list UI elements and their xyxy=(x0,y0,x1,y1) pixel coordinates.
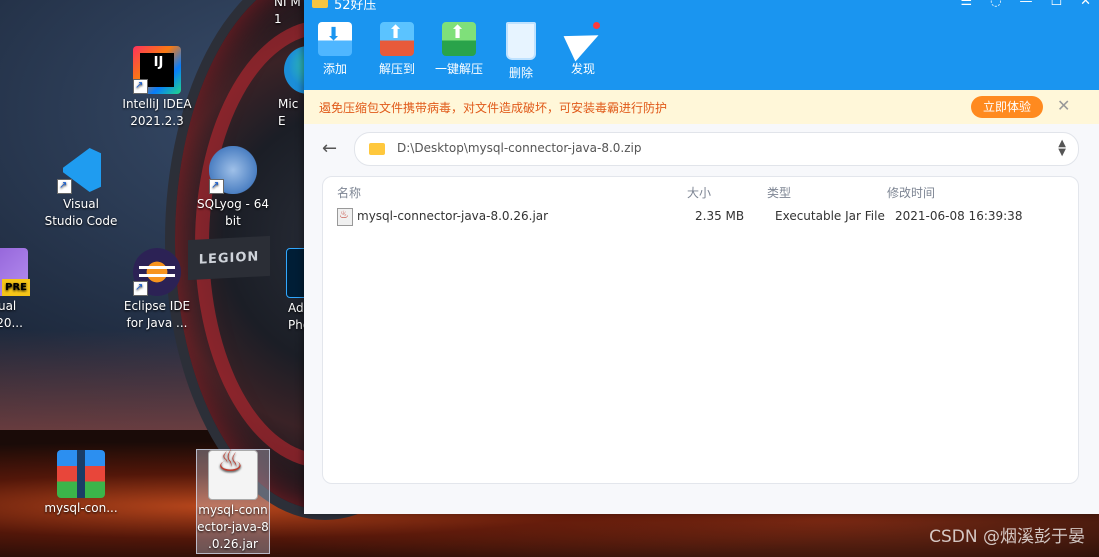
desktop-icon-vscode[interactable]: Visual Studio Code xyxy=(37,146,125,230)
app-logo-icon xyxy=(312,0,328,8)
extract-to-button[interactable]: 解压到 xyxy=(366,22,428,81)
skin-icon[interactable]: ◌ xyxy=(990,0,1001,9)
extract-to-label: 解压到 xyxy=(378,62,415,76)
file-size: 2.35 MB xyxy=(695,209,745,223)
paper-plane-icon xyxy=(566,22,600,56)
minimize-icon[interactable]: — xyxy=(1019,0,1032,9)
archive-window: 52好压 ☰ ◌ — ☐ ✕ 添加 解压到 一键解压 删除 xyxy=(304,0,1099,514)
shortcut-arrow-icon xyxy=(209,177,224,194)
desktop-icon-label: sual o 20... xyxy=(0,299,23,330)
shortcut-arrow-icon xyxy=(57,177,72,194)
file-modified: 2021-06-08 16:39:38 xyxy=(895,209,1023,223)
close-icon[interactable]: ✕ xyxy=(1080,0,1091,9)
desktop-icon-label: NI M 1 xyxy=(274,0,301,26)
add-archive-icon xyxy=(318,22,352,56)
window-title: 52好压 xyxy=(334,0,377,13)
one-click-extract-icon xyxy=(442,22,476,56)
dolphin-icon xyxy=(209,146,257,194)
file-list-header: 名称 大小 类型 修改时间 xyxy=(323,177,1078,203)
desktop-icon-label: SQLyog - 64 bit xyxy=(197,197,269,228)
csdn-watermark: CSDN @烟溪彭于晏 xyxy=(929,527,1085,547)
column-type[interactable]: 类型 xyxy=(767,184,791,201)
photoshop-icon xyxy=(286,248,304,298)
jar-file-icon xyxy=(337,208,353,226)
discover-button[interactable]: 发现 xyxy=(552,22,614,81)
trash-icon xyxy=(506,22,536,60)
back-arrow-icon[interactable]: ← xyxy=(322,138,337,159)
try-now-button[interactable]: 立即体验 xyxy=(971,96,1043,118)
file-list: 名称 大小 类型 修改时间 mysql-connector-java-8.0.2… xyxy=(322,176,1079,484)
maximize-icon[interactable]: ☐ xyxy=(1050,0,1062,9)
folder-icon xyxy=(369,143,385,155)
notice-text: 遏免压缩包文件携带病毒，对文件造成破坏，可安装毒霸进行防护 xyxy=(319,101,668,115)
archive-icon xyxy=(57,450,105,498)
shortcut-arrow-icon xyxy=(133,77,148,94)
menu-icon[interactable]: ☰ xyxy=(960,0,972,9)
desktop-icon-label: Visual Studio Code xyxy=(44,197,118,228)
archive-content: ← D:\Desktop\mysql-connector-java-8.0.zi… xyxy=(304,124,1099,514)
desktop-icon-edge[interactable]: Mic E xyxy=(264,46,304,130)
java-jar-icon: ♨ xyxy=(208,447,258,500)
edge-icon xyxy=(284,46,304,94)
shortcut-arrow-icon xyxy=(133,279,148,296)
delete-button[interactable]: 删除 xyxy=(490,22,552,81)
column-name[interactable]: 名称 xyxy=(337,184,361,201)
toolbar: 添加 解压到 一键解压 删除 发现 xyxy=(304,22,614,81)
column-modified[interactable]: 修改时间 xyxy=(887,184,935,201)
window-titlebar: 52好压 ☰ ◌ — ☐ ✕ 添加 解压到 一键解压 删除 xyxy=(304,0,1099,90)
visual-studio-icon: PRE xyxy=(0,248,30,296)
desktop-icon-label: Eclipse IDE for Java ... xyxy=(123,299,191,330)
add-button[interactable]: 添加 xyxy=(304,22,366,81)
desktop-icon-label: IntelliJ IDEA 2021.2.3 xyxy=(122,97,192,128)
notice-close-icon[interactable]: ✕ xyxy=(1057,96,1070,115)
antivirus-notice-bar: 遏免压缩包文件携带病毒，对文件造成破坏，可安装毒霸进行防护 立即体验 ✕ xyxy=(304,90,1099,125)
pre-badge: PRE xyxy=(2,279,30,296)
eclipse-icon xyxy=(133,248,181,296)
delete-label: 删除 xyxy=(508,66,533,80)
intellij-icon: IJ xyxy=(133,46,181,94)
one-click-extract-label: 一键解压 xyxy=(434,62,483,76)
desktop-icon-sqlyog[interactable]: SQLyog - 64 bit xyxy=(189,146,277,230)
file-row[interactable]: mysql-connector-java-8.0.26.jar 2.35 MB … xyxy=(323,203,1078,229)
one-click-extract-button[interactable]: 一键解压 xyxy=(428,22,490,81)
desktop-icon-visual-studio[interactable]: PRE sual o 20... xyxy=(0,248,48,332)
desktop-icon-label: Mic E xyxy=(278,97,299,128)
desktop-icon-eclipse[interactable]: Eclipse IDE for Java ... xyxy=(113,248,201,332)
window-controls: ☰ ◌ — ☐ ✕ xyxy=(960,0,1091,9)
discover-label: 发现 xyxy=(570,62,595,76)
desktop-icon-label: Ad Pho xyxy=(288,301,304,332)
file-name: mysql-connector-java-8.0.26.jar xyxy=(357,209,549,223)
desktop-icon-photoshop[interactable]: Ad Pho xyxy=(264,248,304,334)
path-bar[interactable]: D:\Desktop\mysql-connector-java-8.0.zip … xyxy=(354,132,1079,166)
path-dropdown-icon[interactable]: ▲ ▼ xyxy=(1058,139,1066,158)
file-type: Executable Jar File xyxy=(775,209,885,223)
column-size[interactable]: 大小 xyxy=(687,184,711,201)
desktop-icon-label: mysql-conn ector-java-8 .0.26.jar xyxy=(197,503,269,551)
path-text: D:\Desktop\mysql-connector-java-8.0.zip xyxy=(397,141,642,155)
desktop-icon-ni[interactable]: NI M 1 xyxy=(268,0,304,28)
extract-to-icon xyxy=(380,22,414,56)
desktop-icon-mysql-con[interactable]: mysql-con... xyxy=(37,450,125,517)
desktop-icon-label: mysql-con... xyxy=(44,501,118,515)
add-label: 添加 xyxy=(322,62,347,76)
desktop-icon-intellij[interactable]: IJ IntelliJ IDEA 2021.2.3 xyxy=(113,46,201,130)
vscode-icon xyxy=(57,146,105,194)
desktop-icon-mysql-jar[interactable]: ♨ mysql-conn ector-java-8 .0.26.jar xyxy=(196,447,270,554)
